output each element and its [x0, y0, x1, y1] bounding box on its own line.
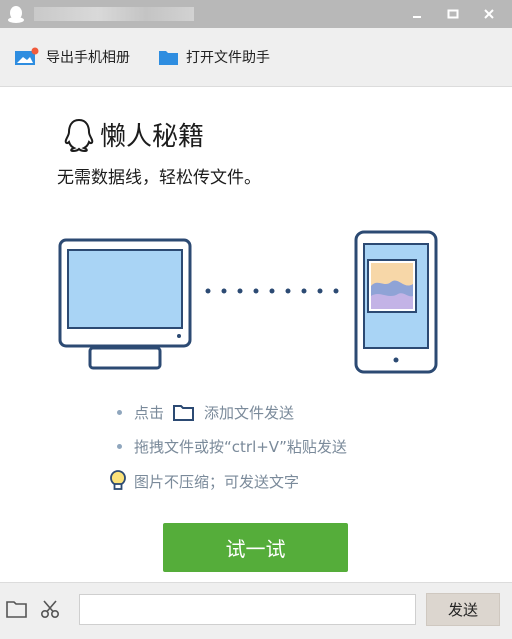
hero-subtitle: 无需数据线，轻松传文件。 — [57, 168, 261, 188]
open-file-assistant-button[interactable]: 打开文件助手 — [158, 46, 270, 68]
window-title-blurred — [34, 7, 194, 21]
try-it-button[interactable]: 试一试 — [163, 523, 348, 572]
folder-outline-icon[interactable] — [172, 403, 196, 423]
monitor-icon — [58, 238, 192, 370]
tip-drag-paste: 拖拽文件或按“ctrl+V”粘贴发送 — [117, 436, 347, 457]
hero-heading: 懒人秘籍 — [62, 116, 204, 153]
photo-album-icon — [15, 47, 39, 65]
tip-click-add-file: 点击 添加文件发送 — [117, 402, 294, 423]
composer-bar: 发送 — [0, 582, 512, 639]
folder-icon — [159, 51, 178, 65]
maximize-icon — [447, 9, 459, 19]
minimize-button[interactable] — [404, 2, 430, 26]
export-phone-album-label: 导出手机相册 — [46, 50, 130, 66]
close-icon — [484, 9, 494, 19]
export-phone-album-button[interactable]: 导出手机相册 — [14, 46, 130, 68]
tip-image-uncompressed: 图片不压缩；可发送文字 — [108, 470, 299, 492]
maximize-button[interactable] — [440, 2, 466, 26]
phone-icon — [354, 230, 438, 374]
tip1-prefix: 点击 — [134, 404, 165, 422]
tip3-text: 图片不压缩；可发送文字 — [134, 472, 300, 491]
close-button[interactable] — [476, 2, 502, 26]
hero-title: 懒人秘籍 — [100, 122, 205, 152]
scissors-icon[interactable] — [40, 599, 62, 623]
toolbar: 导出手机相册 打开文件助手 — [0, 28, 512, 87]
bullet-dot — [117, 444, 122, 449]
title-bar — [0, 0, 512, 28]
send-button[interactable]: 发送 — [426, 593, 500, 626]
lightbulb-icon — [110, 470, 126, 490]
tip2-text: 拖拽文件或按“ctrl+V”粘贴发送 — [134, 438, 347, 456]
pc-to-phone-illustration — [58, 230, 438, 374]
folder-send-icon[interactable] — [6, 599, 28, 623]
minimize-icon — [413, 16, 421, 18]
transfer-dots — [205, 288, 339, 294]
message-input[interactable] — [79, 594, 416, 625]
qq-penguin-icon — [6, 4, 26, 24]
bullet-dot — [117, 410, 122, 415]
qq-outline-icon — [64, 118, 94, 152]
open-file-assistant-label: 打开文件助手 — [186, 50, 270, 66]
tip1-suffix: 添加文件发送 — [204, 404, 295, 422]
